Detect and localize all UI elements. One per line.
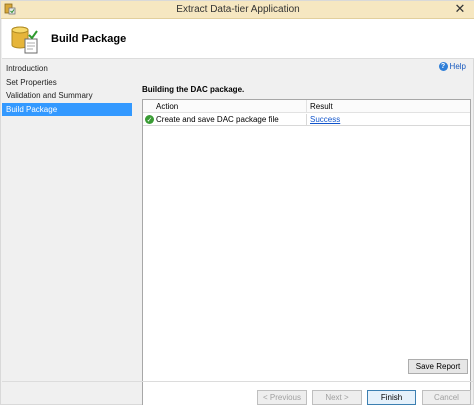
window-title: Extract Data-tier Application	[176, 4, 300, 15]
column-header-action[interactable]: Action	[143, 100, 307, 113]
result-cell: Success	[307, 114, 470, 125]
column-header-result[interactable]: Result	[307, 100, 470, 113]
result-success-link[interactable]: Success	[310, 115, 340, 124]
grid-header: Action Result	[143, 100, 470, 113]
action-text: Create and save DAC package file	[156, 115, 279, 124]
title-bar: Extract Data-tier Application ✕	[1, 1, 474, 19]
page-title: Build Package	[51, 33, 127, 45]
action-cell: ✓ Create and save DAC package file	[143, 114, 307, 125]
section-title: Building the DAC package.	[142, 85, 245, 94]
help-icon: ?	[438, 62, 448, 71]
footer-divider	[2, 381, 474, 382]
cancel-button[interactable]: Cancel	[422, 390, 471, 405]
page-header: Build Package	[2, 19, 474, 59]
sidebar-item-introduction[interactable]: Introduction	[2, 62, 132, 75]
help-link[interactable]: ? Help	[438, 61, 466, 72]
close-icon[interactable]: ✕	[453, 2, 467, 16]
finish-button[interactable]: Finish	[367, 390, 416, 405]
sidebar-item-set-properties[interactable]: Set Properties	[2, 76, 132, 89]
main-panel: ? Help Building the DAC package. Action …	[134, 60, 473, 405]
wizard-sidebar: Introduction Set Properties Validation a…	[2, 60, 132, 380]
sidebar-item-build-package[interactable]: Build Package	[2, 102, 132, 116]
table-row[interactable]: ✓ Create and save DAC package file Succe…	[143, 114, 470, 126]
database-package-icon	[11, 26, 38, 54]
wizard-window: Extract Data-tier Application ✕ Build Pa…	[0, 0, 474, 405]
next-button[interactable]: Next >	[312, 390, 362, 405]
success-check-icon: ✓	[145, 115, 154, 124]
previous-button[interactable]: < Previous	[257, 390, 307, 405]
sidebar-item-validation-and-summary[interactable]: Validation and Summary	[2, 89, 132, 102]
save-report-button[interactable]: Save Report	[408, 359, 468, 374]
help-label: Help	[449, 62, 466, 71]
